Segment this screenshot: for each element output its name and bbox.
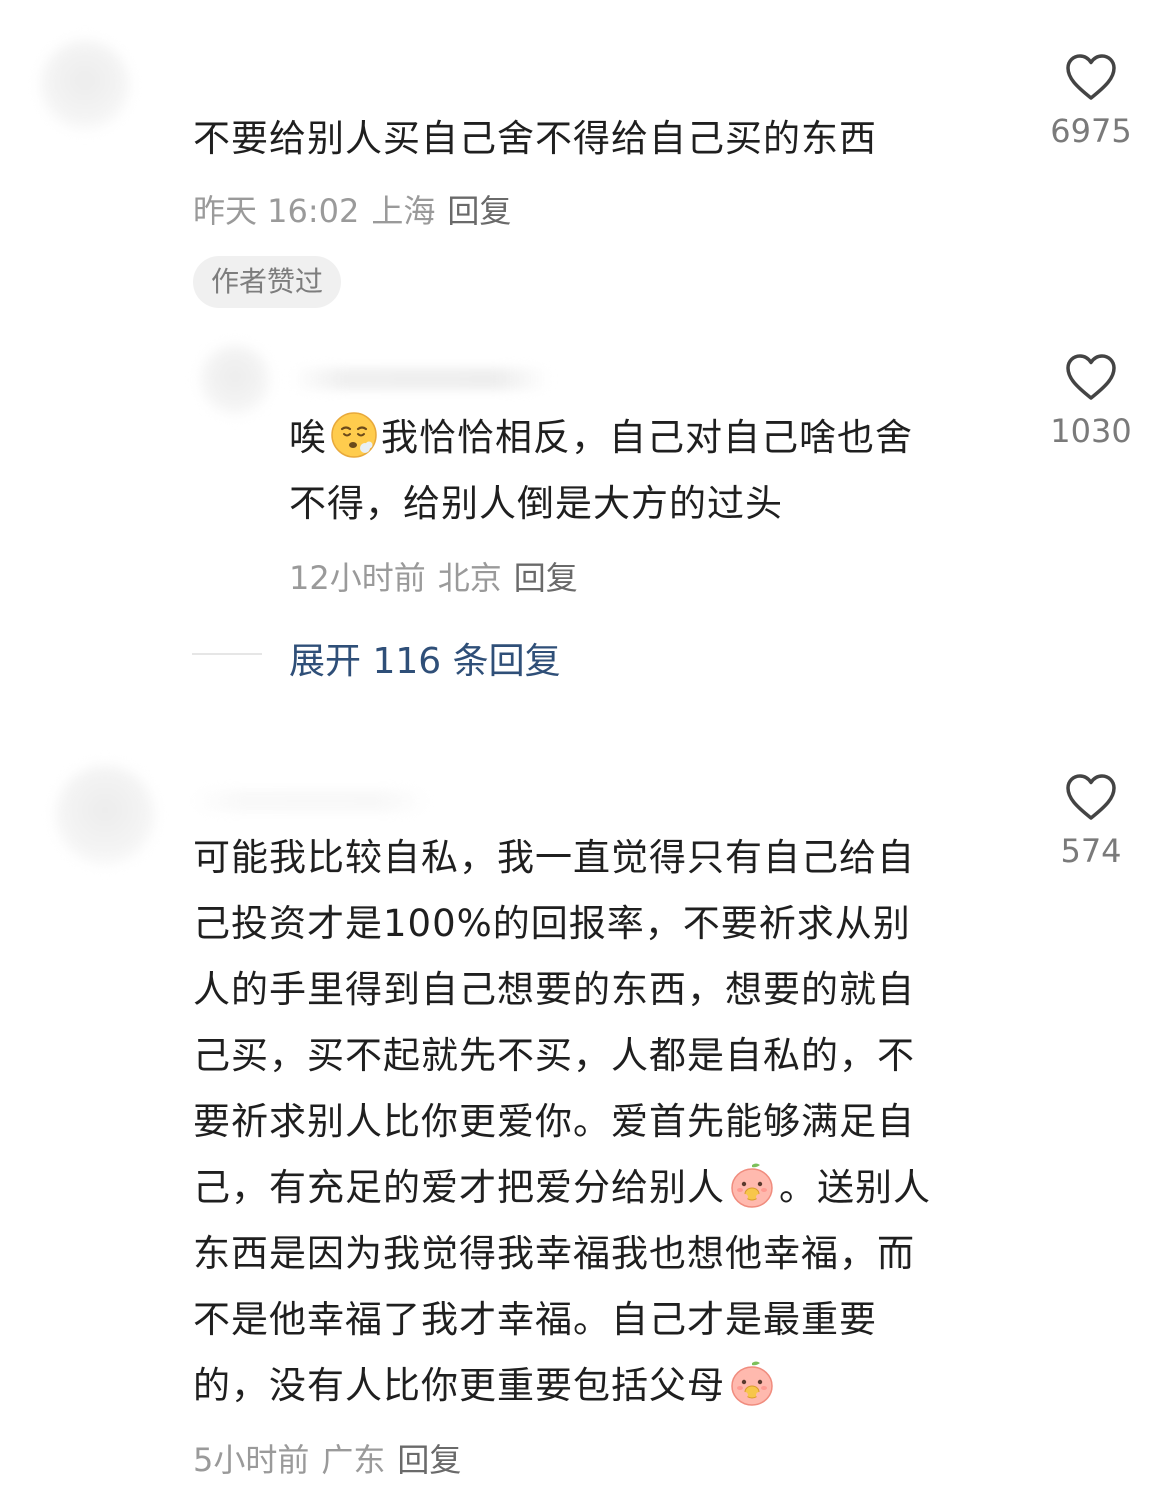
like-count: 1030 [1050, 412, 1132, 450]
heart-outline-icon[interactable] [1064, 352, 1118, 402]
comment-location: 上海 [371, 192, 436, 230]
reply-button[interactable]: 回复 [397, 1441, 461, 1479]
comment-location: 广东 [321, 1441, 386, 1479]
heart-outline-icon[interactable] [1064, 52, 1118, 102]
comment-text: 可能我比较自私，我一直觉得只有自己给自 己投资才是100%的回报率，不要祈求从别… [193, 836, 931, 1407]
reply-button[interactable]: 回复 [447, 192, 511, 230]
avatar[interactable] [200, 345, 270, 415]
heart-outline-icon[interactable] [1064, 772, 1118, 822]
reply-meta: 12小时前 北京 回复 [289, 553, 590, 599]
reply-time: 12小时前 [289, 559, 426, 597]
like-count: 6975 [1050, 112, 1132, 150]
like-button[interactable]: 574 [1031, 772, 1151, 870]
expand-replies-label[interactable]: 展开 116 条回复 [289, 632, 561, 684]
comment-meta: 5小时前 广东 回复 [193, 1435, 473, 1481]
peach-eating-emoji [731, 1163, 773, 1208]
like-button[interactable]: 6975 [1031, 52, 1151, 150]
username[interactable] [190, 790, 430, 812]
author-liked-badge: 作者赞过 [193, 256, 342, 308]
tired-face-emoji [331, 412, 377, 458]
comment-time: 昨天 16:02 [193, 192, 360, 230]
reply-button[interactable]: 回复 [514, 559, 578, 597]
comment-time: 5小时前 [193, 1441, 310, 1479]
divider [192, 653, 262, 655]
username[interactable] [290, 368, 550, 390]
reply-text: 唉 我恰恰相反，自己对自己啥也舍 不得，给别人倒是大方的过头 [289, 405, 1009, 537]
avatar[interactable] [40, 40, 130, 130]
like-button[interactable]: 1030 [1031, 352, 1151, 450]
comment-text: 不要给别人买自己舍不得给自己买的东西 [193, 117, 877, 160]
avatar[interactable] [55, 765, 155, 865]
reply-location: 北京 [437, 559, 502, 597]
comment-meta: 昨天 16:02 上海 回复 [193, 186, 523, 232]
peach-eating-emoji [731, 1361, 773, 1406]
like-count: 574 [1060, 832, 1122, 870]
